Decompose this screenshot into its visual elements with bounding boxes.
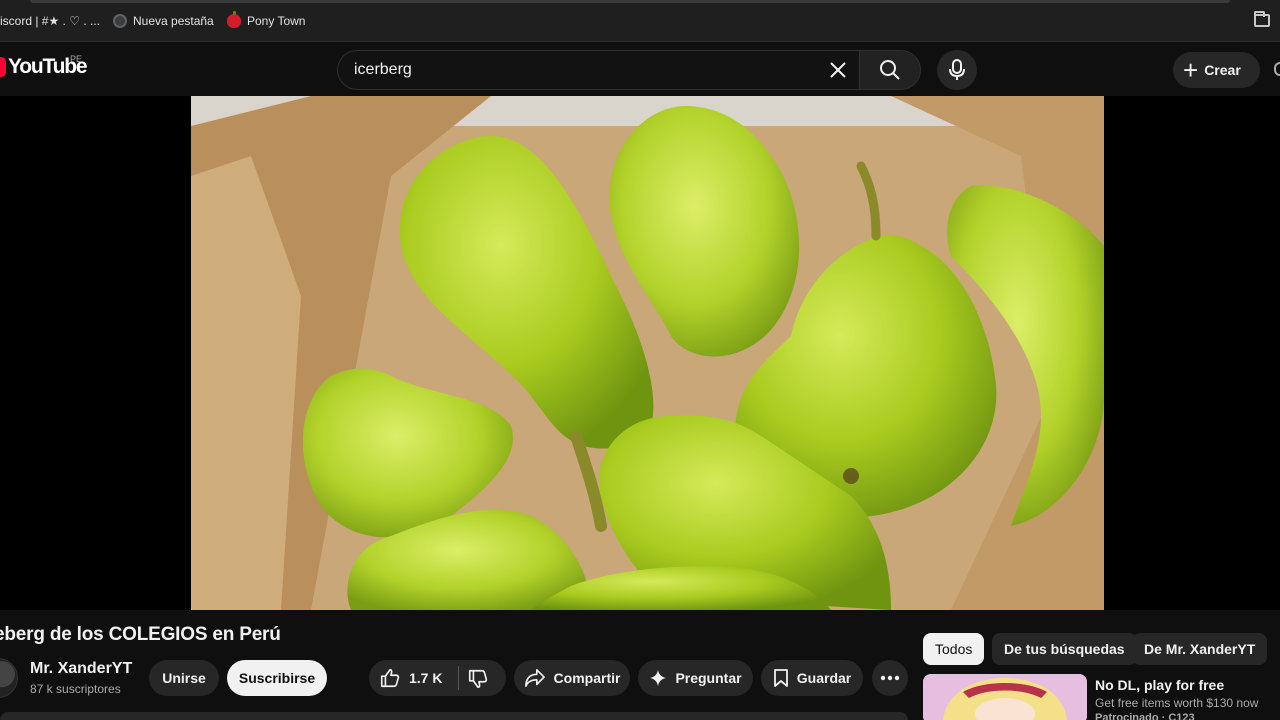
thumbs-up-icon[interactable] [379,667,401,689]
like-count[interactable]: 1.7 K [409,670,442,686]
share-label: Compartir [553,670,621,686]
recommendation-thumbnail[interactable] [923,674,1087,720]
like-dislike-group: 1.7 K [369,660,506,696]
chip-label: Todos [935,641,973,657]
plus-icon: + [1183,55,1199,85]
channel-avatar[interactable] [0,658,18,698]
voice-search-button[interactable] [937,50,977,90]
bookmark-icon [773,669,788,687]
recommendation-title[interactable]: No DL, play for free [1095,677,1224,693]
create-button[interactable]: + Crear [1173,52,1260,88]
channel-name[interactable]: Mr. XanderYT [30,660,132,678]
chip-label: De tus búsquedas [1004,641,1125,657]
video-player[interactable] [0,96,1280,610]
video-title: eberg de los COLEGIOS en Perú [0,624,281,645]
video-frame[interactable] [191,96,1104,610]
clear-search-button[interactable] [823,55,853,85]
recommendation-sponsor: Patrocinado · C123 [1095,712,1195,720]
like-divider [458,666,459,690]
bookmark-pony-town[interactable]: Pony Town [227,11,306,29]
globe-icon [113,14,127,28]
video-frame-pears-image [191,96,1104,610]
description-box[interactable] [0,712,908,720]
search-input[interactable]: icerberg [337,50,859,90]
chip-label: De Mr. XanderYT [1144,641,1256,657]
sparkle-icon [650,669,667,687]
share-button[interactable]: Compartir [514,660,630,696]
bookmark-discord[interactable]: iscord | #★ . ♡ . ... [0,13,100,29]
notifications-icon[interactable] [1274,62,1280,76]
create-label: Crear [1204,62,1241,78]
anime-thumbnail-image [923,674,1087,720]
chip-all[interactable]: Todos [923,633,985,665]
bookmark-label: Pony Town [247,14,306,28]
ask-label: Preguntar [675,670,742,686]
subscribe-label: Suscribirse [238,670,316,686]
bookmark-label: Nueva pestaña [133,14,214,28]
share-icon [524,669,545,687]
more-actions-button[interactable] [872,660,908,696]
join-label: Unirse [162,670,206,686]
bookmark-new-tab[interactable]: Nueva pestaña [113,13,214,29]
chip-from-searches[interactable]: De tus búsquedas [992,633,1137,665]
subscriber-count: 87 k suscriptores [30,682,121,696]
recommendation-description: Get free items worth $130 now [1095,696,1259,710]
ask-button[interactable]: Preguntar [638,660,753,696]
search-button[interactable] [859,50,921,90]
thumbs-down-icon[interactable] [467,668,489,690]
chip-from-channel[interactable]: De Mr. XanderYT [1132,633,1268,665]
search-bar: icerberg [337,50,921,90]
close-icon [830,62,846,78]
search-query: icerberg [354,61,412,78]
subscribe-button[interactable]: Suscribirse [227,660,327,696]
join-button[interactable]: Unirse [149,660,219,696]
region-code: PE [70,54,83,64]
apple-icon [227,11,241,28]
youtube-logo[interactable]: YouTube PE [0,54,88,79]
save-button[interactable]: Guardar [761,660,863,696]
save-label: Guardar [796,670,852,686]
search-icon [880,60,900,80]
bookmark-label: iscord | #★ . ♡ . ... [0,14,100,28]
tab-strip-edge [30,0,1230,3]
folder-icon[interactable] [1254,11,1270,27]
masthead: YouTube PE icerberg + Crear [0,42,1280,96]
play-logo-icon [0,57,6,77]
more-dots-icon [880,675,900,681]
bookmarks-bar: iscord | #★ . ♡ . ... Nueva pestaña Pony… [0,0,1280,42]
microphone-icon [949,59,965,80]
